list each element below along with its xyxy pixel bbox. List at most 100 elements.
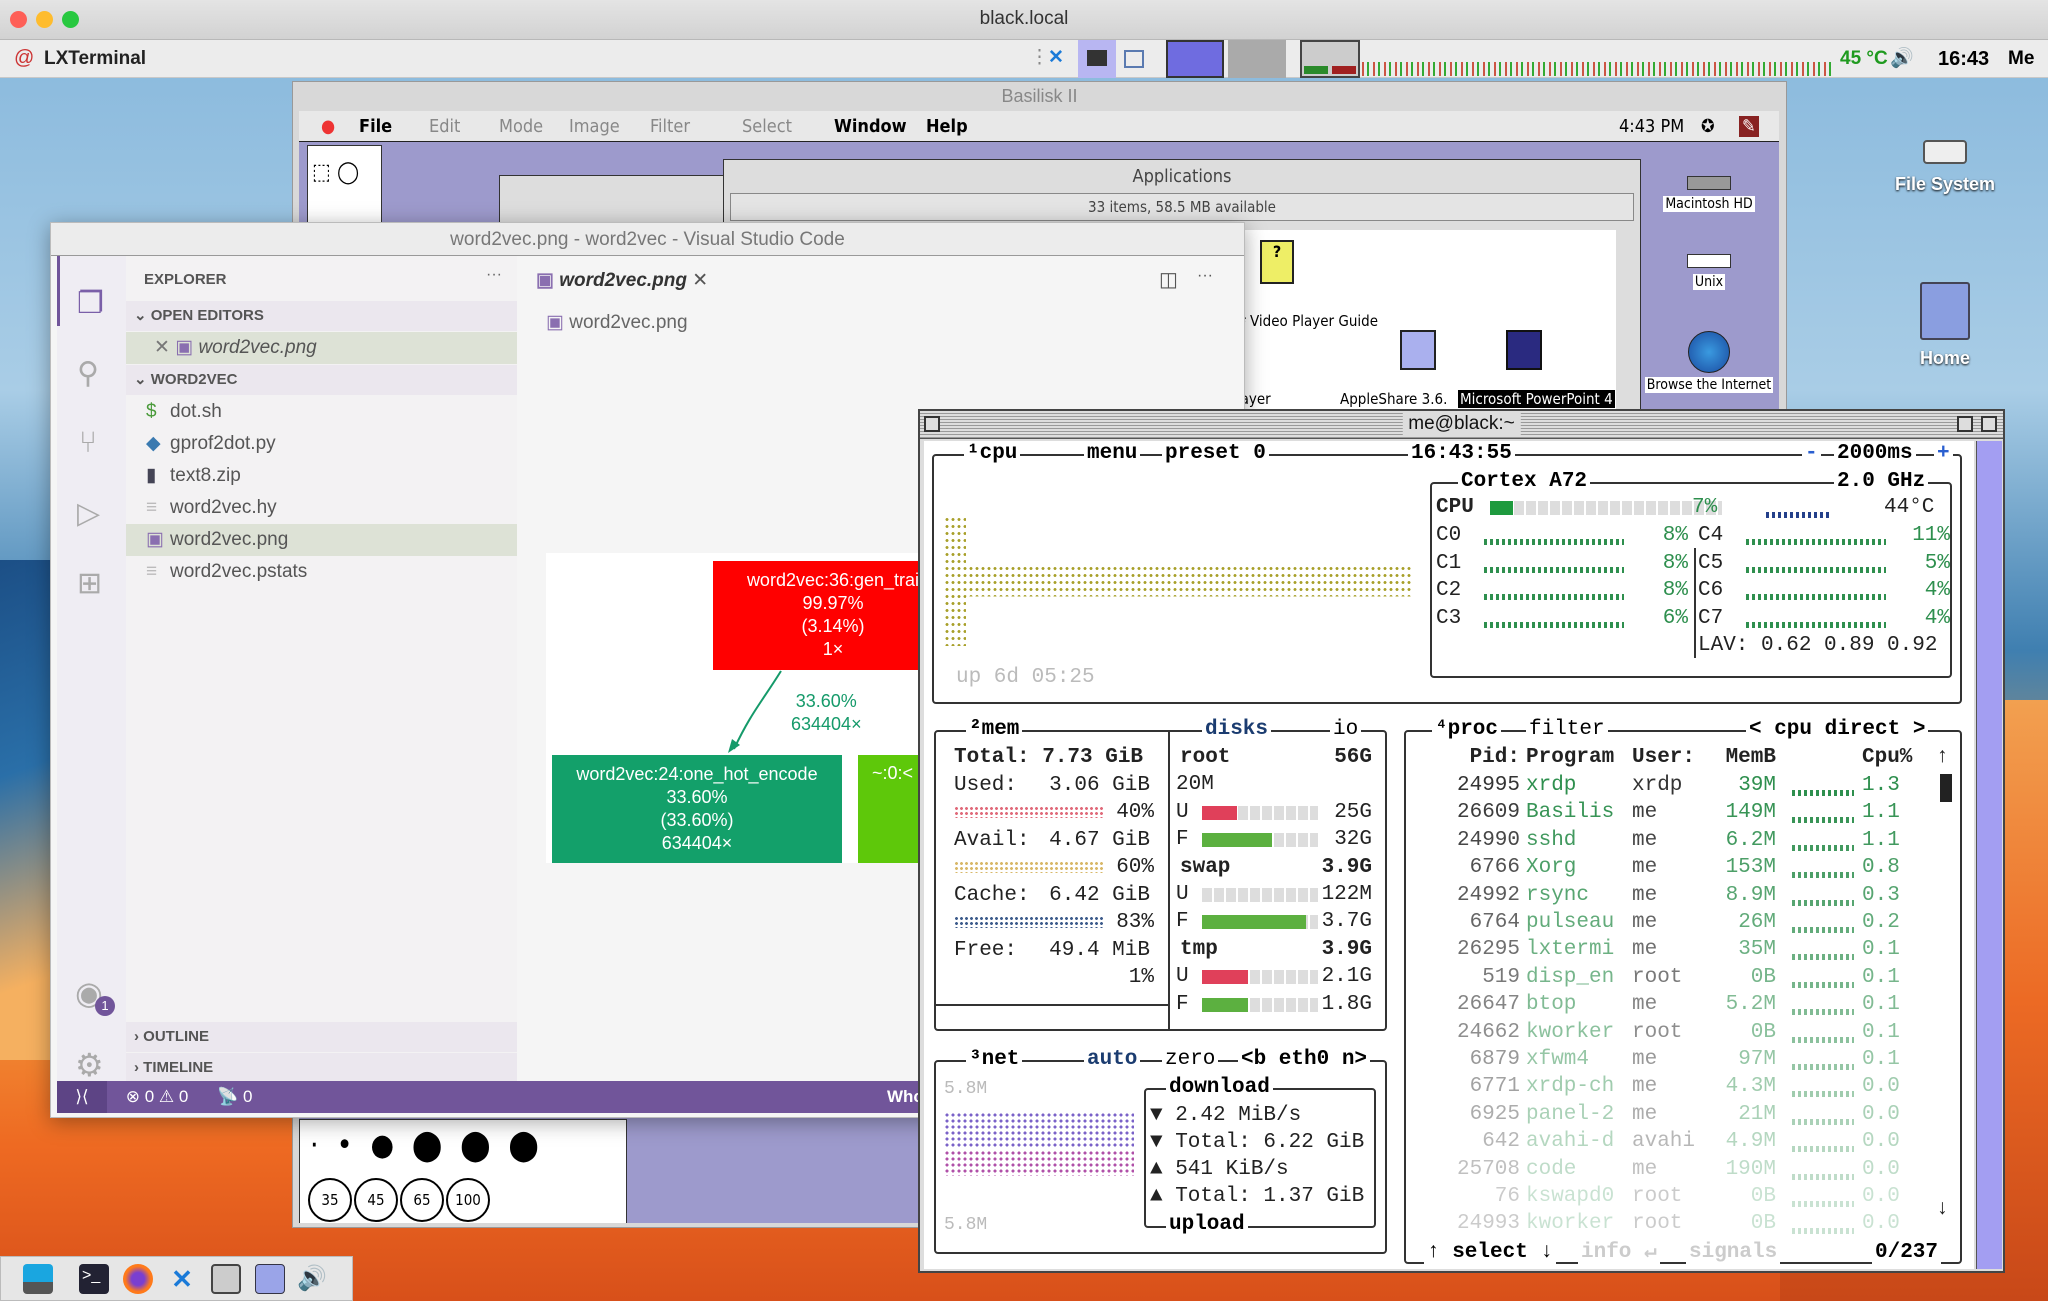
preset-button[interactable]: preset 0 xyxy=(1162,443,1269,465)
workspace-2[interactable] xyxy=(1228,40,1286,78)
brush-size-35[interactable]: 35 xyxy=(308,1178,352,1222)
file-item[interactable]: ▣ word2vec.png xyxy=(126,524,517,556)
process-row[interactable]: 642 avahi-d avahi 4.9M 0.0 xyxy=(1406,1128,1936,1155)
signals-button[interactable]: signals xyxy=(1686,1242,1781,1264)
file-item[interactable]: ▮ text8.zip xyxy=(126,460,517,492)
timeline-section[interactable]: › TIMELINE xyxy=(126,1053,517,1083)
more-actions-icon[interactable]: ··· xyxy=(486,266,502,284)
user-menu[interactable]: Me xyxy=(2008,48,2034,70)
process-row[interactable]: 6879 xfwm4 me 97M 0.1 xyxy=(1406,1046,1936,1073)
apple-menu-icon[interactable]: ● xyxy=(321,116,335,137)
vscode-icon[interactable]: ✕ xyxy=(167,1264,197,1294)
terminal-icon[interactable]: >_ xyxy=(79,1264,109,1294)
mac-menu-window[interactable]: Window xyxy=(834,116,907,137)
disks-label[interactable]: disks xyxy=(1202,719,1272,741)
extensions-icon[interactable]: ⊞ xyxy=(77,566,102,601)
file-item[interactable]: ≡ word2vec.hy xyxy=(126,492,517,524)
net-zero-toggle[interactable]: zero xyxy=(1162,1049,1219,1071)
desktop-icon[interactable] xyxy=(23,1264,53,1294)
firefox-icon[interactable] xyxy=(123,1264,153,1294)
search-icon[interactable]: ⚲ xyxy=(77,356,99,391)
net-interface-selector[interactable]: <b eth0 n> xyxy=(1238,1049,1371,1071)
vscode-window-icon[interactable]: ✕ xyxy=(1048,46,1064,69)
volume-icon[interactable]: 🔊 xyxy=(1890,46,1914,70)
explorer-icon[interactable]: ❐ xyxy=(77,286,104,321)
terminal-scrollbar[interactable] xyxy=(1976,441,2002,1269)
process-row[interactable]: 6925 panel-2 me 21M 0.0 xyxy=(1406,1101,1936,1128)
mac-menu-help[interactable]: Help xyxy=(926,116,968,137)
process-row[interactable]: 24992 rsync me 8.9M 0.3 xyxy=(1406,882,1936,909)
workspace-1[interactable] xyxy=(1166,40,1224,78)
remote-icon[interactable]: ⟩⟨ xyxy=(57,1081,107,1113)
app-item[interactable]: AppleShare 3.6. xyxy=(1340,390,1447,408)
io-label[interactable]: io xyxy=(1330,719,1362,741)
interval-increase[interactable]: + xyxy=(1934,443,1953,465)
process-row[interactable]: 6771 xrdp-ch me 4.3M 0.0 xyxy=(1406,1073,1936,1100)
select-button[interactable]: ↑ select ↓ xyxy=(1424,1242,1557,1264)
tab-close-icon[interactable]: ✕ xyxy=(692,270,708,291)
process-row[interactable]: 24990 sshd me 6.2M 1.1 xyxy=(1406,827,1936,854)
proc-filter[interactable]: filter xyxy=(1526,719,1608,741)
proc-header-pid[interactable]: Pid: xyxy=(1416,744,1520,771)
process-row[interactable]: 26295 lxtermi me 35M 0.1 xyxy=(1406,936,1936,963)
scroll-down-arrow-icon[interactable]: ↓ xyxy=(1936,1196,1949,1223)
mac-menu-select[interactable]: Select xyxy=(742,116,792,137)
proc-header-program[interactable]: Program xyxy=(1526,744,1636,771)
brush-size-65[interactable]: 65 xyxy=(400,1178,444,1222)
mac-menu-image[interactable]: Image xyxy=(569,116,620,137)
desktop-icon-file-system[interactable]: File System xyxy=(1890,140,2000,195)
file-item[interactable]: $ dot.sh xyxy=(126,396,517,428)
mac-disk-unix[interactable]: Unix xyxy=(1659,254,1759,290)
process-row[interactable]: 26609 Basilis me 149M 1.1 xyxy=(1406,799,1936,826)
net-auto-toggle[interactable]: auto xyxy=(1084,1049,1141,1071)
file-item[interactable]: ◆ gprof2dot.py xyxy=(126,428,517,460)
mac-disk-macintosh-hd[interactable]: Macintosh HD xyxy=(1659,176,1759,212)
cpu-panel-label[interactable]: ¹cpu xyxy=(964,443,1021,465)
brush-size-100[interactable]: 100 xyxy=(446,1178,490,1222)
mac-menu-filter[interactable]: Filter xyxy=(650,116,690,137)
folder-section[interactable]: ⌄ WORD2VEC xyxy=(126,365,517,395)
debian-icon[interactable]: @ xyxy=(14,47,34,70)
mac-help-icon[interactable]: ✪ xyxy=(1701,116,1715,137)
process-row[interactable]: 24993 kworker root 0B 0.0 xyxy=(1406,1210,1936,1237)
mac-browse-internet[interactable]: Browse the Internet xyxy=(1639,331,1779,393)
process-row[interactable]: 25708 code me 190M 0.0 xyxy=(1406,1156,1936,1183)
mac-emulator-icon[interactable] xyxy=(211,1264,241,1294)
mac-menu-file[interactable]: File xyxy=(359,116,392,137)
menu-button[interactable]: menu xyxy=(1084,443,1141,465)
process-row[interactable]: 24662 kworker root 0B 0.1 xyxy=(1406,1019,1936,1046)
editor-more-icon[interactable]: ··· xyxy=(1197,267,1213,285)
breadcrumb[interactable]: ▣ word2vec.png xyxy=(546,311,688,334)
proc-scrollbar-thumb[interactable] xyxy=(1940,774,1952,802)
mac-menu-edit[interactable]: Edit xyxy=(429,116,460,137)
proc-sort-selector[interactable]: < cpu direct > xyxy=(1746,719,1929,741)
desktop-icon-home[interactable]: Home xyxy=(1890,282,2000,369)
volume-icon[interactable]: 🔊 xyxy=(297,1264,327,1294)
problems-indicator[interactable]: ⊗ 0 ⚠ 0 xyxy=(126,1087,189,1106)
process-row[interactable]: 26647 btop me 5.2M 0.1 xyxy=(1406,991,1936,1018)
proc-header-cpu%[interactable]: Cpu% xyxy=(1862,744,1932,771)
terminal-window-button[interactable] xyxy=(1078,40,1116,78)
folder-icon[interactable] xyxy=(255,1264,285,1294)
interval-decrease[interactable]: - xyxy=(1802,443,1821,465)
info-button[interactable]: info ↵ xyxy=(1578,1242,1660,1264)
file-item[interactable]: ≡ word2vec.pstats xyxy=(126,556,517,588)
editor-tab[interactable]: ▣ word2vec.png ✕ xyxy=(536,269,708,292)
close-box[interactable] xyxy=(924,416,940,432)
run-debug-icon[interactable]: ▷ xyxy=(77,496,100,531)
close-icon[interactable]: ✕ xyxy=(154,337,170,358)
panel-clock[interactable]: 16:43 xyxy=(1938,48,1989,71)
mem-panel-label[interactable]: ²mem xyxy=(966,719,1023,741)
window-icon[interactable] xyxy=(1124,50,1144,68)
process-row[interactable]: 24995 xrdp xrdp 39M 1.3 xyxy=(1406,772,1936,799)
process-row[interactable]: 6766 Xorg me 153M 0.8 xyxy=(1406,854,1936,881)
open-editors-section[interactable]: ⌄ OPEN EDITORS xyxy=(126,301,517,331)
app-item-selected[interactable]: Microsoft PowerPoint 4 xyxy=(1458,390,1615,408)
mac-app-icon[interactable]: ✎ xyxy=(1739,116,1759,137)
proc-panel-label[interactable]: ⁴proc xyxy=(1432,719,1502,741)
sort-up-arrow-icon[interactable]: ↑ xyxy=(1936,744,1949,771)
settings-gear-icon[interactable]: ⚙ xyxy=(75,1046,104,1084)
proc-header-memb[interactable]: MemB xyxy=(1706,744,1776,771)
ports-indicator[interactable]: 📡 0 xyxy=(217,1087,252,1106)
process-row[interactable]: 6764 pulseau me 26M 0.2 xyxy=(1406,909,1936,936)
